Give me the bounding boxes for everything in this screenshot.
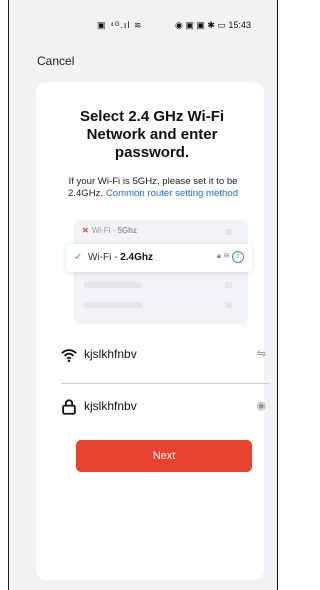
bad-network-prefix: Wi-Fi - <box>91 226 118 235</box>
placeholder-square <box>225 302 232 308</box>
wifi-icon <box>61 349 77 363</box>
wifi-name-value[interactable]: kjslkhfnbv <box>84 347 137 361</box>
good-network-prefix: Wi-Fi - <box>88 252 121 263</box>
page-title: Select 2.4 GHz Wi-Fi Network and enter p… <box>79 108 225 161</box>
password-value[interactable]: kjslkhfnbv <box>84 399 137 413</box>
password-field[interactable]: kjslkhfnbv ◉ <box>60 396 266 420</box>
status-time: 15:43 <box>228 20 251 30</box>
placeholder-bar <box>84 302 142 308</box>
instruction-text: If your Wi-Fi is 5GHz, please set it to … <box>50 176 256 200</box>
status-bar: ▣ ⁴ᴳ.ıl ≋ ◉ ▣ ▣ ✱ ▭ 15:43 <box>9 0 277 44</box>
phone-screen: ▣ ⁴ᴳ.ıl ≋ ◉ ▣ ▣ ✱ ▭ 15:43 Cancel Select … <box>8 0 278 590</box>
network-illustration: ✕ Wi-Fi - 5Ghz ✓ Wi-Fi - 2.4Ghz 🔒︎ ≋ i <box>66 220 252 324</box>
wifi-name-field[interactable]: kjslkhfnbv ⇋ <box>60 344 266 368</box>
placeholder-bar <box>84 282 142 288</box>
popup-icons: 🔒︎ ≋ i <box>217 251 244 263</box>
good-network-label: Wi-Fi - 2.4Ghz <box>88 252 153 263</box>
router-settings-link[interactable]: Common router setting method <box>106 188 238 199</box>
status-right-icons: ◉ ▣ ▣ ✱ ▭ <box>175 20 226 30</box>
field-divider <box>61 383 269 384</box>
placeholder-square <box>225 229 232 235</box>
good-network-band: 2.4Ghz <box>120 252 154 263</box>
lock-small-icon: 🔒︎ <box>216 251 222 260</box>
status-left-icons: ▣ ⁴ᴳ.ıl ≋ <box>97 20 143 30</box>
good-network-popup: ✓ Wi-Fi - 2.4Ghz 🔒︎ ≋ i <box>66 244 252 272</box>
switch-network-icon[interactable]: ⇋ <box>257 347 266 360</box>
eye-icon[interactable]: ◉ <box>256 399 266 412</box>
wifi-small-icon: ≋ <box>223 251 230 260</box>
cross-icon: ✕ <box>82 226 89 235</box>
check-icon: ✓ <box>74 252 83 263</box>
cancel-button[interactable]: Cancel <box>37 54 74 68</box>
wifi-setup-card: Select 2.4 GHz Wi-Fi Network and enter p… <box>36 82 266 580</box>
next-button[interactable]: Next <box>76 440 252 472</box>
status-right: ◉ ▣ ▣ ✱ ▭ 15:43 <box>175 20 251 31</box>
info-icon: i <box>232 251 244 263</box>
bad-network-row: ✕ Wi-Fi - 5Ghz <box>82 226 137 235</box>
bad-network-band: 5Ghz <box>117 226 138 235</box>
lock-icon <box>62 399 76 415</box>
placeholder-square <box>225 282 232 288</box>
